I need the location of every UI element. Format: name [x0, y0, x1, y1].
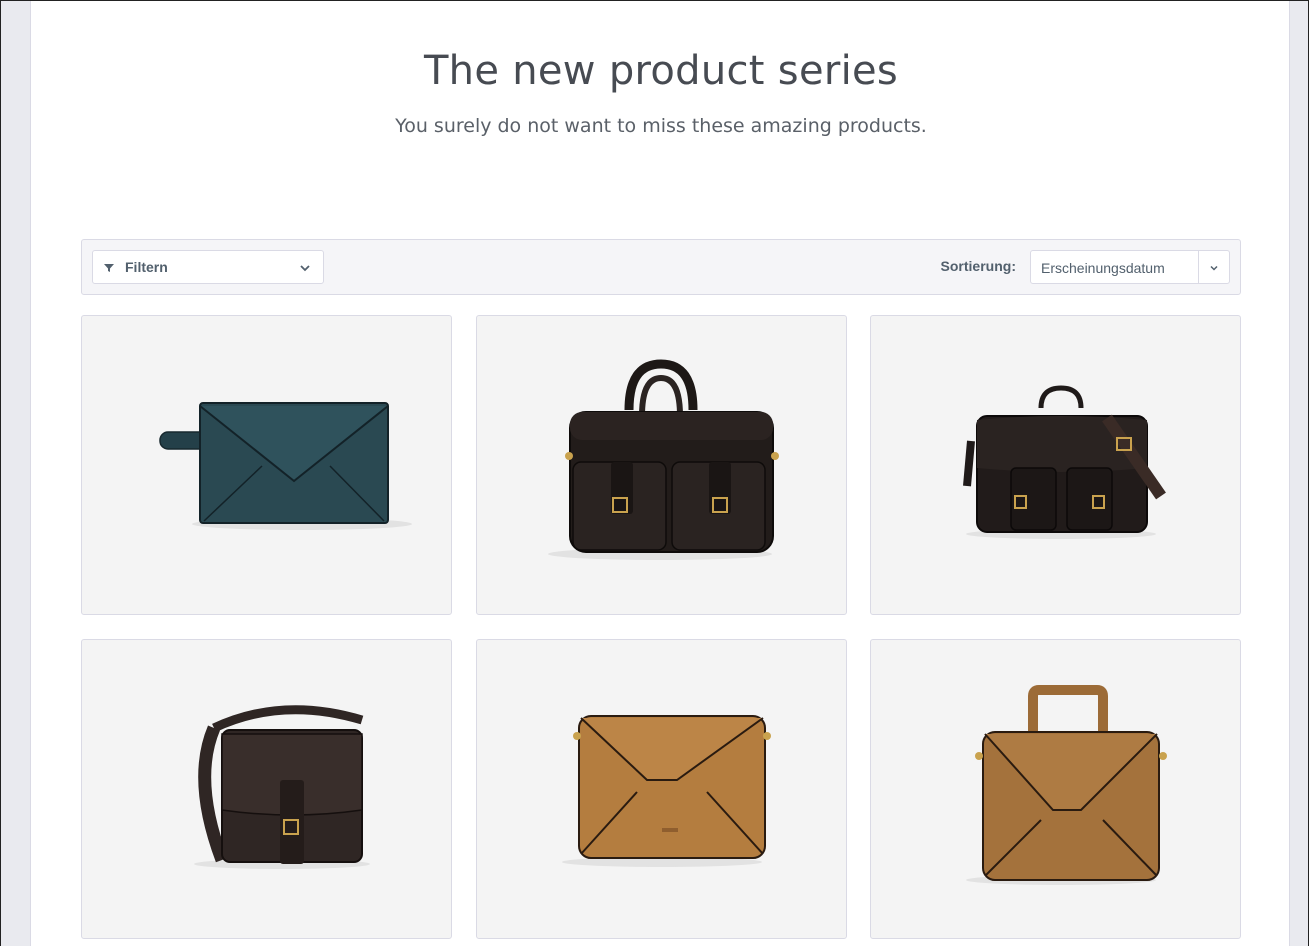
- product-image: [194, 705, 370, 869]
- product-card[interactable]: [870, 639, 1241, 939]
- product-image: [159, 402, 412, 530]
- page-title: The new product series: [423, 48, 899, 94]
- window-frame-left: [0, 0, 1, 946]
- sort-select[interactable]: Erscheinungsdatum: [1030, 250, 1230, 284]
- product-card[interactable]: [870, 315, 1241, 615]
- content-page: The new product series You surely do not…: [30, 0, 1290, 946]
- listing-action-bar: Filtern Sortierung: Erscheinungsdatum: [81, 239, 1241, 295]
- filter-button[interactable]: Filtern: [92, 250, 324, 284]
- sort-selected-value: Erscheinungsdatum: [1041, 260, 1165, 276]
- product-card[interactable]: [476, 315, 847, 615]
- window-frame-top: [0, 0, 1309, 1]
- product-card[interactable]: [476, 639, 847, 939]
- product-image: [548, 359, 779, 560]
- sort-label: Sortierung:: [940, 258, 1016, 274]
- product-card[interactable]: [81, 315, 452, 615]
- page-subtitle: You surely do not want to miss these ama…: [395, 115, 927, 137]
- product-image: [562, 715, 771, 867]
- filter-icon: [103, 261, 115, 273]
- product-image: [963, 385, 1166, 539]
- product-card[interactable]: [81, 639, 452, 939]
- product-image: [966, 685, 1167, 885]
- select-divider: [1198, 251, 1199, 283]
- chevron-down-icon: [299, 261, 311, 273]
- filter-label: Filtern: [125, 259, 168, 275]
- chevron-down-icon: [1208, 261, 1220, 273]
